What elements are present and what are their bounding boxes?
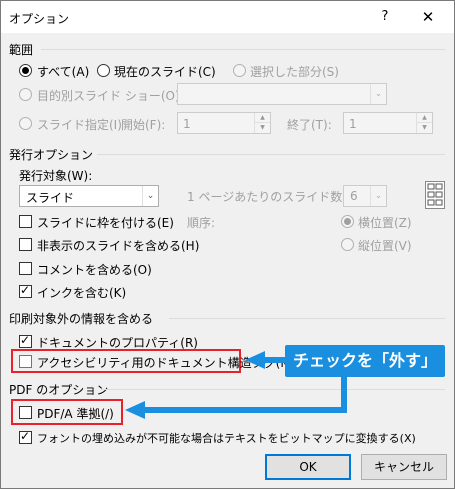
options-dialog: オプション ? ✕ 範囲 すべて(A) 現在のスライド(C) 選択した部分(S)… [0, 0, 455, 489]
arrow-shaft-bottom [143, 407, 347, 413]
annotation-arrows [125, 351, 347, 419]
arrow-left-icon [125, 401, 145, 419]
arrow-shaft-top [263, 357, 287, 363]
arrow-left-icon [245, 351, 265, 369]
